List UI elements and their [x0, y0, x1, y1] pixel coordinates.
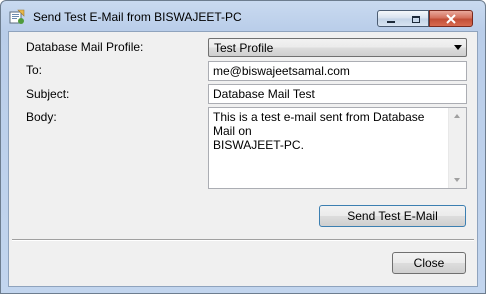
send-test-email-button[interactable]: Send Test E-Mail: [319, 205, 466, 227]
subject-field[interactable]: Database Mail Test: [208, 84, 467, 104]
body-scrollbar[interactable]: [448, 108, 466, 188]
scroll-up-icon[interactable]: [454, 114, 460, 118]
title-bar[interactable]: Send Test E-Mail from BISWAJEET-PC: [1, 1, 485, 31]
maximize-icon: [411, 9, 421, 28]
subject-label: Subject:: [26, 87, 70, 101]
minimize-icon: [386, 9, 396, 28]
profile-selected-value: Test Profile: [214, 41, 274, 55]
close-window-button[interactable]: [429, 10, 473, 27]
profile-label: Database Mail Profile:: [26, 40, 144, 54]
maximize-button[interactable]: [403, 10, 429, 27]
close-icon: [445, 9, 457, 28]
close-button[interactable]: Close: [392, 252, 466, 274]
dialog-content: Database Mail Profile: Test Profile To: …: [8, 31, 478, 287]
to-label: To:: [26, 63, 43, 77]
body-line-2: BISWAJEET-PC.: [213, 138, 304, 152]
body-textarea[interactable]: This is a test e-mail sent from Database…: [208, 107, 467, 189]
profile-dropdown[interactable]: Test Profile: [208, 38, 467, 57]
to-field[interactable]: me@biswajeetsamal.com: [208, 61, 467, 81]
divider: [12, 239, 474, 241]
body-line-1: This is a test e-mail sent from Database…: [213, 110, 425, 138]
minimize-button[interactable]: [377, 10, 404, 27]
scroll-down-icon[interactable]: [454, 178, 460, 182]
chevron-down-icon: [454, 45, 462, 50]
body-text: This is a test e-mail sent from Database…: [213, 110, 445, 152]
window-title: Send Test E-Mail from BISWAJEET-PC: [33, 10, 242, 24]
dialog-window: Send Test E-Mail from BISWAJEET-PC Datab…: [0, 0, 486, 294]
body-label: Body:: [26, 110, 57, 124]
mail-app-icon: [9, 9, 25, 25]
